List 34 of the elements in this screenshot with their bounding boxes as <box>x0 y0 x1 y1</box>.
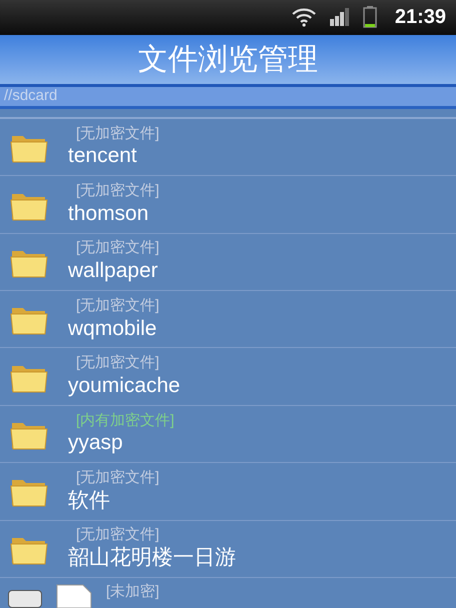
folder-name: wqmobile <box>68 316 158 342</box>
folder-row[interactable]: [无加密文件] youmicache <box>0 348 456 406</box>
folder-name: tencent <box>68 143 138 170</box>
encryption-tag: [内有加密文件] <box>76 412 174 430</box>
folder-row[interactable]: [无加密文件] wallpaper <box>0 234 456 292</box>
path-label: //sdcard <box>4 86 58 106</box>
folder-name: 韶山花明楼一日游 <box>68 545 236 572</box>
folder-row[interactable]: [无加密文件] tencent <box>0 118 456 176</box>
encryption-tag: [无加密文件] <box>76 239 160 258</box>
encryption-tag: [无加密文件] <box>76 526 236 546</box>
battery-icon <box>362 6 377 28</box>
checkbox[interactable] <box>8 590 42 608</box>
encryption-tag: [未加密] <box>106 584 160 599</box>
folder-row[interactable]: [内有加密文件] yyasp <box>0 406 456 464</box>
folder-name: thomson <box>68 200 150 227</box>
file-row[interactable]: [未加密] <box>0 578 456 608</box>
folder-name: 软件 <box>68 488 111 514</box>
encryption-tag: [无加密文件] <box>76 468 160 488</box>
folder-name: wallpaper <box>68 258 159 284</box>
clock: 21:39 <box>394 5 446 30</box>
folder-name: yyasp <box>68 430 124 456</box>
encryption-tag: [无加密文件] <box>76 124 160 144</box>
folder-row[interactable]: [无加密文件] 韶山花明楼一日游 <box>0 520 456 578</box>
app-title: 文件浏览管理 <box>138 42 318 78</box>
encryption-tag: [无加密文件] <box>76 296 160 316</box>
folder-row[interactable]: [无加密文件] thomson <box>0 176 456 234</box>
encryption-tag: [无加密文件] <box>76 354 180 373</box>
folder-row[interactable]: [无加密文件] 软件 <box>0 463 456 521</box>
document-icon <box>56 584 92 608</box>
wifi-icon <box>290 7 317 28</box>
encryption-tag: [无加密文件] <box>76 182 160 201</box>
folder-name: youmicache <box>68 372 180 399</box>
signal-icon <box>328 8 351 26</box>
folder-row[interactable]: [无加密文件] wqmobile <box>0 291 456 348</box>
